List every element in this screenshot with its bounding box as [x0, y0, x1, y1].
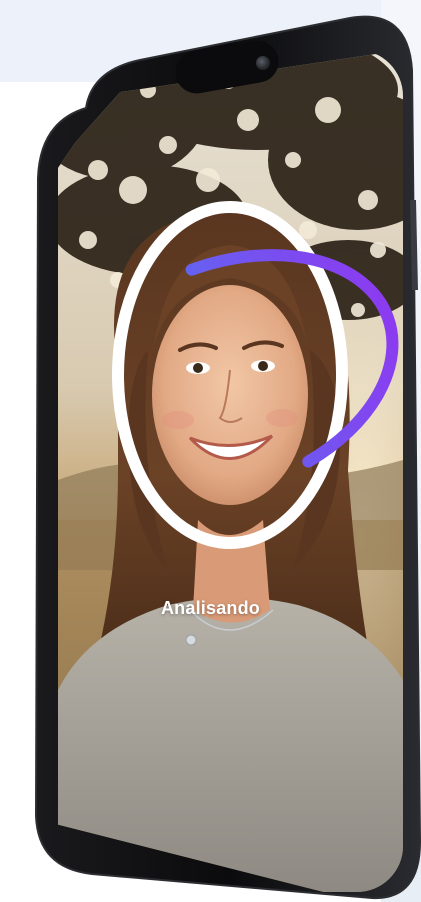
status-label: Analisando: [160, 598, 260, 618]
phone-screen: [58, 50, 403, 892]
camera-icon: [256, 56, 270, 70]
camera-preview: [58, 50, 403, 892]
